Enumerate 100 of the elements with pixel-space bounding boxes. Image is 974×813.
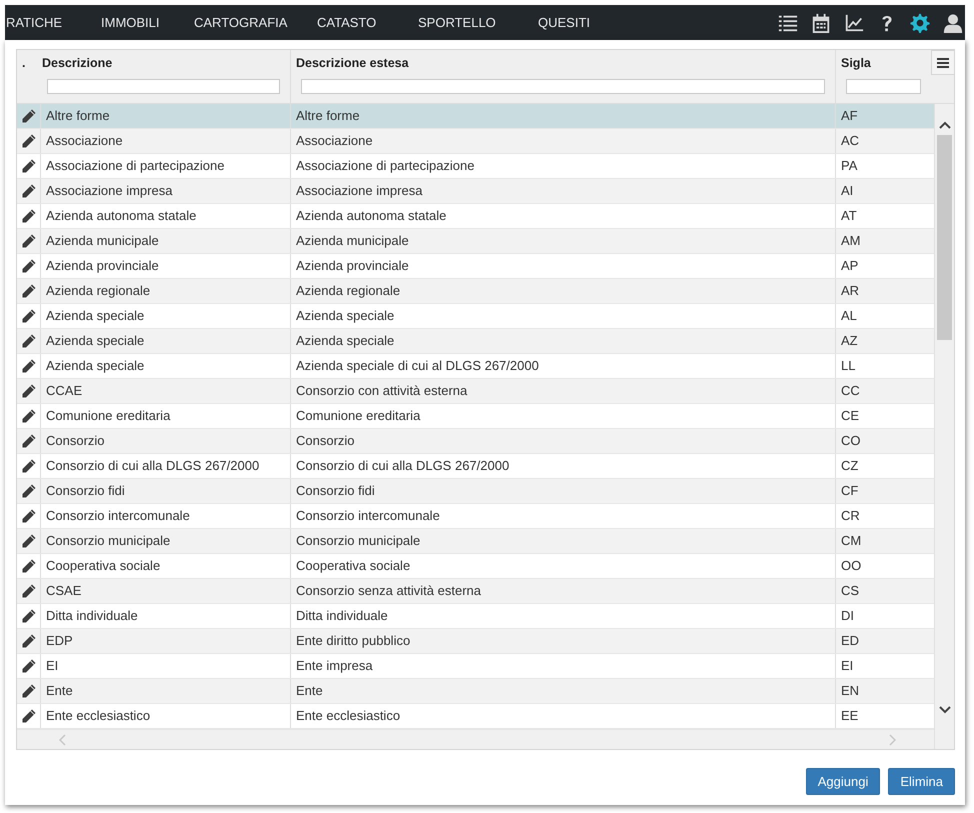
scroll-down-icon[interactable]	[938, 706, 951, 714]
column-header[interactable]: Descrizione	[42, 56, 112, 70]
column-header[interactable]: Descrizione estesa	[296, 56, 409, 70]
pencil-icon[interactable]	[20, 458, 36, 474]
pencil-icon[interactable]	[20, 708, 36, 724]
table-cell: Ente ecclesiastico	[291, 704, 836, 728]
pencil-icon[interactable]	[20, 483, 36, 499]
user-icon[interactable]	[943, 12, 963, 32]
table-cell-text: CZ	[840, 457, 860, 475]
table-row[interactable]: Azienda provinciale Azienda provinciale AP	[17, 254, 934, 279]
table-row[interactable]: Associazione impresa Associazione impresa AI	[17, 179, 934, 204]
nav-menu-item[interactable]: CATASTO	[317, 15, 418, 30]
table-cell: Associazione	[41, 129, 291, 153]
nav-menu-item[interactable]: IMMOBILI	[101, 15, 194, 30]
column-header[interactable]: .	[22, 56, 26, 70]
table-row[interactable]: Azienda speciale Azienda speciale di cui al DLGS 267/2000 LL	[17, 354, 934, 379]
pencil-icon[interactable]	[20, 308, 36, 324]
table-cell: Altre forme	[41, 104, 291, 128]
pencil-icon[interactable]	[20, 358, 36, 374]
table-cell: Ente ecclesiastico	[41, 704, 291, 728]
pencil-icon[interactable]	[20, 333, 36, 349]
table-cell-text: AC	[840, 132, 860, 150]
filter-field[interactable]	[301, 79, 825, 94]
table-row[interactable]: Comunione ereditaria Comunione ereditaria CE	[17, 404, 934, 429]
pencil-icon[interactable]	[20, 583, 36, 599]
table-row[interactable]: Ente ecclesiastico Ente ecclesiastico EE	[17, 704, 934, 729]
pencil-icon[interactable]	[20, 658, 36, 674]
pencil-icon[interactable]	[20, 533, 36, 549]
table-cell: Azienda autonoma statale	[41, 204, 291, 228]
pencil-icon[interactable]	[20, 183, 36, 199]
pencil-icon[interactable]	[20, 108, 36, 124]
table-cell: Ente	[41, 679, 291, 703]
pencil-icon[interactable]	[20, 233, 36, 249]
table-cell-text: CO	[840, 432, 862, 450]
pencil-icon[interactable]	[20, 433, 36, 449]
table-row[interactable]: Altre forme Altre forme AF	[17, 104, 934, 129]
table-row[interactable]: EDP Ente diritto pubblico ED	[17, 629, 934, 654]
table-row[interactable]: Associazione Associazione AC	[17, 129, 934, 154]
pencil-icon[interactable]	[20, 258, 36, 274]
scroll-up-icon[interactable]	[938, 121, 951, 129]
pencil-icon[interactable]	[20, 508, 36, 524]
table-row[interactable]: EI Ente impresa EI	[17, 654, 934, 679]
table-cell-text: AF	[840, 107, 859, 125]
table-cell: Azienda speciale	[41, 329, 291, 353]
nav-menu-item[interactable]: CARTOGRAFIA	[194, 15, 317, 30]
vertical-scrollbar[interactable]	[934, 104, 954, 749]
table-cell: Azienda speciale di cui al DLGS 267/2000	[291, 354, 836, 378]
pencil-icon[interactable]	[20, 558, 36, 574]
table-cell: Associazione	[291, 129, 836, 153]
settings-icon[interactable]	[910, 12, 930, 32]
table-row[interactable]: Consorzio fidi Consorzio fidi CF	[17, 479, 934, 504]
table-row[interactable]: Azienda speciale Azienda speciale AL	[17, 304, 934, 329]
column-header[interactable]: Sigla	[841, 56, 871, 70]
table-cell: Associazione impresa	[41, 179, 291, 203]
table-cell: Comunione ereditaria	[291, 404, 836, 428]
table-row[interactable]: CCAE Consorzio con attività esterna CC	[17, 379, 934, 404]
table-cell: Ente impresa	[291, 654, 836, 678]
table-cell: Azienda municipale	[291, 229, 836, 253]
table-cell-text: OO	[840, 557, 862, 575]
action-button[interactable]: Aggiungi	[806, 768, 880, 795]
pencil-icon[interactable]	[20, 158, 36, 174]
pencil-icon[interactable]	[20, 383, 36, 399]
pencil-icon[interactable]	[20, 608, 36, 624]
calendar-icon[interactable]	[811, 12, 831, 32]
table-row[interactable]: Azienda speciale Azienda speciale AZ	[17, 329, 934, 354]
line-chart-icon[interactable]	[844, 12, 864, 32]
table-row[interactable]: Azienda regionale Azienda regionale AR	[17, 279, 934, 304]
table-row[interactable]: Consorzio di cui alla DLGS 267/2000 Consorzio di cui alla DLGS 267/2000 CZ	[17, 454, 934, 479]
table-cell-text: EE	[840, 707, 860, 725]
table-cell: Azienda provinciale	[41, 254, 291, 278]
filter-field[interactable]	[47, 79, 280, 94]
nav-menu-item[interactable]: RATICHE	[6, 15, 101, 30]
list-icon[interactable]	[778, 12, 798, 32]
table-row[interactable]: Ditta individuale Ditta individuale DI	[17, 604, 934, 629]
table-row[interactable]: Consorzio Consorzio CO	[17, 429, 934, 454]
action-button[interactable]: Elimina	[888, 768, 955, 795]
pencil-icon[interactable]	[20, 683, 36, 699]
pencil-icon[interactable]	[20, 633, 36, 649]
table-cell-text: PA	[840, 157, 858, 175]
table-row[interactable]: Consorzio intercomunale Consorzio intercomunale CR	[17, 504, 934, 529]
pencil-icon[interactable]	[20, 283, 36, 299]
table-cell-text: LL	[840, 357, 856, 375]
nav-menu-item[interactable]: SPORTELLO	[418, 15, 538, 30]
filter-field[interactable]	[846, 79, 921, 94]
menu-icon	[937, 58, 949, 68]
table-row[interactable]: Consorzio municipale Consorzio municipale CM	[17, 529, 934, 554]
table-row[interactable]: CSAE Consorzio senza attività esterna CS	[17, 579, 934, 604]
scrollbar-thumb[interactable]	[937, 135, 952, 340]
table-row[interactable]: Azienda municipale Azienda municipale AM	[17, 229, 934, 254]
table-cell: Consorzio fidi	[41, 479, 291, 503]
pencil-icon[interactable]	[20, 208, 36, 224]
table-cell: Azienda speciale	[41, 304, 291, 328]
pencil-icon[interactable]	[20, 133, 36, 149]
table-row[interactable]: Ente Ente EN	[17, 679, 934, 704]
pencil-icon[interactable]	[20, 408, 36, 424]
table-row[interactable]: Azienda autonoma statale Azienda autonoma statale AT	[17, 204, 934, 229]
nav-menu-item[interactable]: QUESITI	[538, 15, 590, 30]
table-row[interactable]: Cooperativa sociale Cooperativa sociale OO	[17, 554, 934, 579]
column-menu-button[interactable]	[931, 50, 955, 75]
table-row[interactable]: Associazione di partecipazione Associazione di partecipazione PA	[17, 154, 934, 179]
